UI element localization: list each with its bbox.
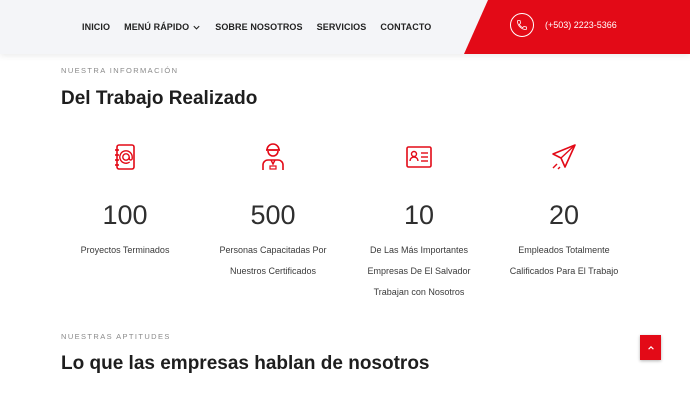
chevron-up-icon bbox=[647, 345, 654, 350]
stat-card: 100 Proyectos Terminados bbox=[55, 140, 195, 261]
skills-section-title: Lo que las empresas hablan de nosotros bbox=[61, 353, 430, 374]
stat-description: Proyectos Terminados bbox=[80, 245, 170, 255]
worker-icon bbox=[262, 143, 284, 170]
nav-item-inicio[interactable]: INICIO bbox=[82, 22, 110, 32]
info-section-label: NUESTRA INFORMACIÓN bbox=[61, 66, 179, 75]
nav-item-label: INICIO bbox=[82, 22, 111, 32]
stat-description: De Las Más Importantes Empresas De El Sa… bbox=[367, 245, 471, 297]
top-navigation-bar: INICIO MENÚ RÁPIDO SOBRE NOSOTROS SERVIC… bbox=[0, 0, 690, 54]
phone-number-link[interactable]: (+503) 2223-5366 bbox=[545, 20, 617, 30]
phone-icon[interactable] bbox=[510, 13, 534, 37]
nav-item-menu-rapido[interactable]: MENÚ RÁPIDO bbox=[124, 22, 201, 32]
stat-value: 500 bbox=[250, 200, 296, 230]
stat-description: Empleados Totalmente Calificados Para El… bbox=[509, 245, 619, 276]
nav-item-label: SERVICIOS bbox=[316, 22, 367, 32]
stat-card: 20 Empleados Totalmente Calificados Para… bbox=[494, 140, 634, 282]
stat-card: 10 De Las Más Importantes Empresas De El… bbox=[349, 140, 489, 303]
nav-item-servicios[interactable]: SERVICIOS bbox=[317, 22, 367, 32]
paper-plane-icon bbox=[552, 144, 576, 170]
phone-block: (+503) 2223-5366 bbox=[464, 0, 690, 54]
stat-description: Personas Capacitadas Por Nuestros Certif… bbox=[219, 245, 327, 276]
address-book-icon bbox=[115, 144, 135, 170]
skills-section-label: NUESTRAS APTITUDES bbox=[61, 332, 171, 341]
nav-item-label: SOBRE NOSOTROS bbox=[215, 22, 303, 32]
nav-item-label: CONTACTO bbox=[380, 22, 432, 32]
id-card-icon bbox=[406, 146, 432, 168]
nav-item-sobre-nosotros[interactable]: SOBRE NOSOTROS bbox=[215, 22, 302, 32]
stat-value: 100 bbox=[102, 200, 148, 230]
nav-item-label: MENÚ RÁPIDO bbox=[124, 22, 190, 32]
chevron-down-icon bbox=[193, 25, 200, 30]
info-section-title: Del Trabajo Realizado bbox=[61, 88, 258, 109]
scroll-to-top-button[interactable] bbox=[640, 335, 661, 360]
stat-card: 500 Personas Capacitadas Por Nuestros Ce… bbox=[203, 140, 343, 282]
stat-value: 10 bbox=[403, 200, 435, 230]
main-nav: INICIO MENÚ RÁPIDO SOBRE NOSOTROS SERVIC… bbox=[82, 0, 445, 54]
nav-item-contacto[interactable]: CONTACTO bbox=[380, 22, 431, 32]
stat-value: 20 bbox=[548, 200, 580, 230]
